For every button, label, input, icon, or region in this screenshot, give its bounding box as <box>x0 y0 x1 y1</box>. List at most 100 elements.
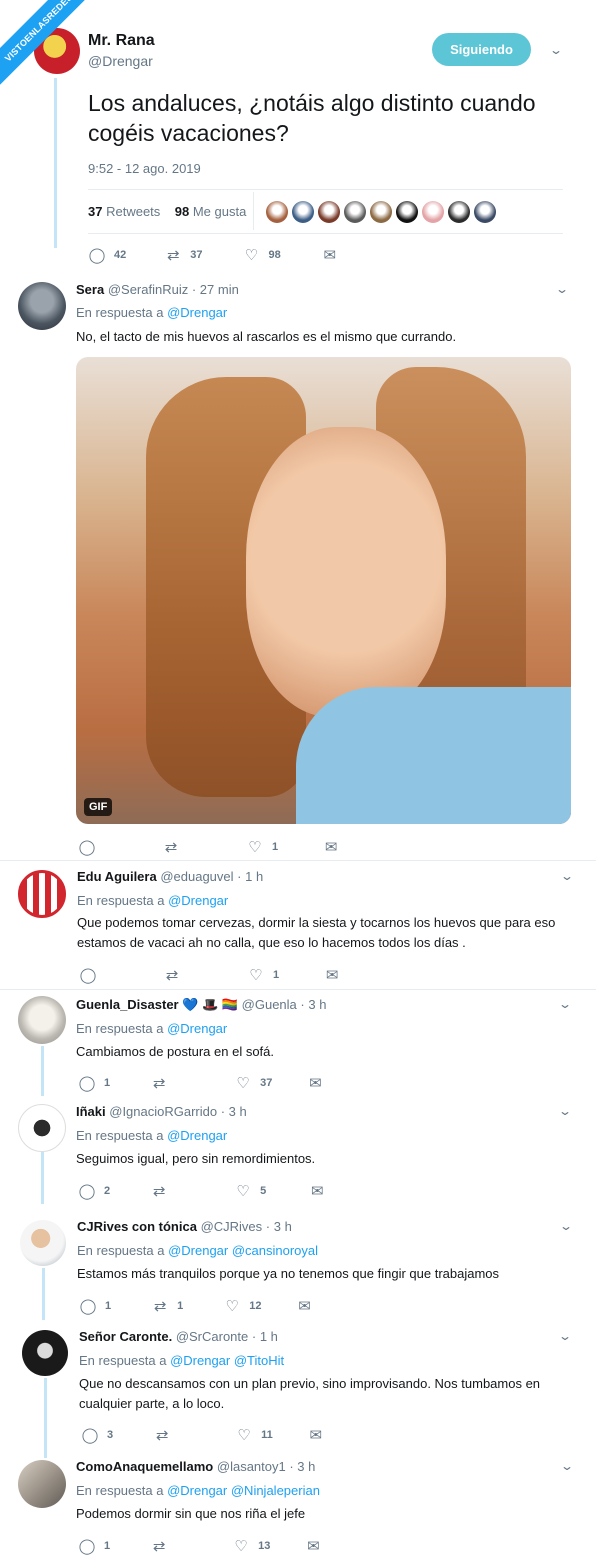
message-button[interactable]: ✉ <box>304 1537 322 1555</box>
reply-button[interactable]: ◯ <box>78 838 104 856</box>
reply-context: En respuesta a @Drengar <box>76 1021 228 1036</box>
reply-button[interactable]: ◯ 1 <box>78 1537 111 1555</box>
avatar[interactable] <box>18 1460 66 1508</box>
heart-icon: ♡ <box>234 1538 248 1555</box>
message-button[interactable]: ✉ <box>306 1074 324 1092</box>
like-button[interactable]: ♡ 1 <box>247 966 279 984</box>
retweet-button[interactable]: ⇄ <box>150 1074 176 1092</box>
message-button[interactable]: ✉ <box>307 1426 325 1444</box>
reply-author[interactable]: CJRives con tónica @CJRives · 3 h <box>77 1219 292 1234</box>
avatar[interactable] <box>18 996 66 1044</box>
chevron-down-icon[interactable]: ⌄ <box>558 1104 572 1118</box>
liker-avatar[interactable] <box>396 201 418 223</box>
reply-actions: ◯ 1 ⇄ 1 ♡ 12 ✉ <box>79 1297 314 1315</box>
like-button[interactable]: ♡ 98 <box>243 246 281 264</box>
like-button[interactable]: ♡ 5 <box>234 1182 266 1200</box>
heart-icon: ♡ <box>225 1298 239 1315</box>
retweets-stat[interactable]: 37 Retweets <box>88 204 160 219</box>
reply-author[interactable]: ComoAnaquemellamo @lasantoy1 · 3 h <box>76 1459 315 1474</box>
message-button[interactable]: ✉ <box>296 1297 314 1315</box>
gif-badge: GIF <box>84 798 113 816</box>
divider <box>88 233 563 234</box>
like-button[interactable]: ♡ 11 <box>235 1426 272 1444</box>
message-button[interactable]: ✉ <box>308 1182 326 1200</box>
thread-line <box>44 1378 47 1458</box>
reply-author[interactable]: Señor Caronte. @SrCaronte · 1 h <box>79 1329 278 1344</box>
main-author-name[interactable]: Mr. Rana <box>88 32 155 50</box>
main-author-handle[interactable]: @Drengar <box>88 53 153 69</box>
reply-context: En respuesta a @Drengar <box>77 893 229 908</box>
reply-context: En respuesta a @Drengar @TitoHit <box>79 1353 285 1368</box>
reply-button[interactable]: ◯ 2 <box>78 1182 111 1200</box>
retweet-icon: ⇄ <box>155 1427 169 1444</box>
liker-avatar[interactable] <box>448 201 470 223</box>
following-button[interactable]: Siguiendo <box>432 33 531 66</box>
reply-author[interactable]: Iñaki @IgnacioRGarrido · 3 h <box>76 1104 247 1119</box>
like-button[interactable]: ♡ 13 <box>232 1537 270 1555</box>
retweet-icon: ⇄ <box>164 839 178 856</box>
avatar[interactable] <box>18 870 66 918</box>
avatar[interactable] <box>20 1220 66 1266</box>
liker-avatar[interactable] <box>344 201 366 223</box>
liker-avatar[interactable] <box>318 201 340 223</box>
liker-avatar[interactable] <box>474 201 496 223</box>
retweet-button[interactable]: ⇄ <box>153 1426 179 1444</box>
retweet-button[interactable]: ⇄ <box>150 1537 176 1555</box>
reply-actions: ◯ 1 ⇄ ♡ 13 ✉ <box>78 1537 322 1555</box>
reply-icon: ◯ <box>79 1298 97 1315</box>
avatar[interactable] <box>18 282 66 330</box>
retweet-button[interactable]: ⇄ <box>163 966 189 984</box>
liker-avatar[interactable] <box>370 201 392 223</box>
heart-icon: ♡ <box>249 967 263 984</box>
retweet-button[interactable]: ⇄ <box>162 838 188 856</box>
retweet-button[interactable]: ⇄ 37 <box>164 246 203 264</box>
thread-line <box>42 1268 45 1320</box>
envelope-icon: ✉ <box>325 967 339 984</box>
reply-actions: ◯ 3 ⇄ ♡ 11 ✉ <box>81 1426 325 1444</box>
like-button[interactable]: ♡ 37 <box>234 1074 272 1092</box>
chevron-down-icon[interactable]: ⌄ <box>559 1219 573 1233</box>
liker-avatar[interactable] <box>292 201 314 223</box>
liker-avatar[interactable] <box>266 201 288 223</box>
envelope-icon: ✉ <box>323 247 337 264</box>
retweet-icon: ⇄ <box>153 1298 167 1315</box>
reply-button[interactable]: ◯ 42 <box>88 246 127 264</box>
envelope-icon: ✉ <box>309 1427 323 1444</box>
main-tweet-time[interactable]: 9:52 - 12 ago. 2019 <box>88 161 201 176</box>
message-button[interactable]: ✉ <box>322 838 340 856</box>
chevron-down-icon[interactable]: ⌄ <box>555 282 569 296</box>
divider <box>88 189 563 190</box>
reply-author[interactable]: Edu Aguilera @eduaguvel · 1 h <box>77 869 263 884</box>
chevron-down-icon[interactable]: ⌄ <box>558 1329 572 1343</box>
reply-text: Podemos dormir sin que nos riña el jefe <box>76 1506 306 1521</box>
reply-actions: ◯ ⇄ ♡ 1 ✉ <box>79 966 341 984</box>
like-button[interactable]: ♡ 12 <box>223 1297 262 1315</box>
liker-avatar[interactable] <box>422 201 444 223</box>
like-button[interactable]: ♡ 1 <box>246 838 278 856</box>
heart-icon: ♡ <box>248 839 262 856</box>
thread-line <box>41 1046 44 1096</box>
main-tweet-text: Los andaluces, ¿notáis algo distinto cua… <box>88 90 536 146</box>
likes-stat[interactable]: 98 Me gusta <box>175 204 247 219</box>
reply-button[interactable]: ◯ <box>79 966 105 984</box>
reply-text: Estamos más tranquilos porque ya no tene… <box>77 1266 500 1281</box>
avatar[interactable] <box>18 1104 66 1152</box>
message-button[interactable]: ✉ <box>321 246 339 264</box>
retweet-button[interactable]: ⇄ <box>150 1182 176 1200</box>
reply-author[interactable]: Sera @SerafinRuiz · 27 min <box>76 282 239 297</box>
message-button[interactable]: ✉ <box>323 966 341 984</box>
likers-avatars[interactable] <box>266 201 496 223</box>
reply-button[interactable]: ◯ 1 <box>79 1297 112 1315</box>
reply-author[interactable]: Guenla_Disaster 💙 🎩 🏳️‍🌈 @Guenla · 3 h <box>76 997 326 1013</box>
chevron-down-icon[interactable]: ⌄ <box>560 1459 574 1473</box>
reply-actions: ◯ 1 ⇄ ♡ 37 ✉ <box>78 1074 324 1092</box>
chevron-down-icon[interactable]: ⌄ <box>558 997 572 1011</box>
retweet-button[interactable]: ⇄ 1 <box>151 1297 183 1315</box>
envelope-icon: ✉ <box>307 1538 320 1555</box>
gif-media[interactable]: GIF <box>76 357 571 824</box>
chevron-down-icon[interactable]: ⌄ <box>560 869 574 883</box>
reply-button[interactable]: ◯ 1 <box>78 1074 111 1092</box>
reply-button[interactable]: ◯ 3 <box>81 1426 114 1444</box>
avatar[interactable] <box>22 1330 68 1376</box>
chevron-down-icon[interactable]: ⌄ <box>549 43 563 57</box>
